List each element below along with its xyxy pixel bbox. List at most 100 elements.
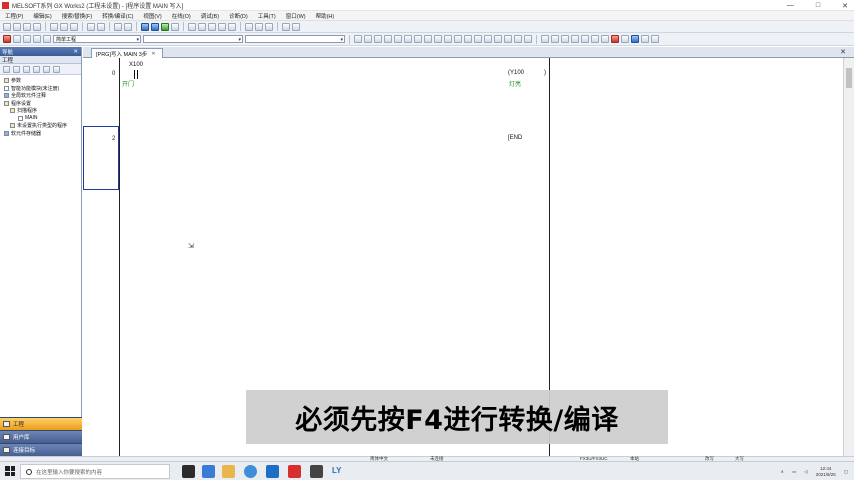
vertical-scrollbar[interactable] — [843, 58, 854, 456]
tree-item-parameter[interactable]: 参数 — [0, 77, 81, 85]
menu-find-replace[interactable]: 搜索/替换(F) — [62, 12, 93, 20]
menu-online[interactable]: 在线(O) — [172, 12, 191, 20]
falling-pulse-icon[interactable] — [464, 35, 472, 43]
comment-edit-icon[interactable] — [541, 35, 549, 43]
menu-help[interactable]: 帮助(H) — [316, 12, 335, 20]
note-icon[interactable] — [228, 22, 236, 31]
menu-debug[interactable]: 调试(B) — [201, 12, 219, 20]
tree-item-main[interactable]: MAIN — [0, 115, 81, 123]
project-type-combo[interactable]: 简单工程 ▾ — [53, 35, 141, 43]
minimize-button[interactable]: — — [787, 2, 794, 9]
end-instruction[interactable]: [END — [508, 135, 522, 141]
rising-branch-icon[interactable] — [474, 35, 482, 43]
file-explorer-icon[interactable] — [222, 465, 235, 478]
cross-reference-icon[interactable] — [255, 22, 263, 31]
coil-device[interactable]: (Y100 — [508, 70, 524, 76]
note-edit-icon[interactable] — [561, 35, 569, 43]
gx-works-icon[interactable] — [288, 465, 301, 478]
rising-pulse-icon[interactable] — [454, 35, 462, 43]
zoom-out-icon[interactable] — [292, 22, 300, 31]
find-icon[interactable] — [114, 22, 122, 31]
tree-item-intelligent-module[interactable]: 智能功能模块(未注册) — [0, 85, 81, 93]
open-branch-icon[interactable] — [364, 35, 372, 43]
tab-main-program[interactable]: [PRG]写入 MAIN 3步 ✕ — [91, 48, 163, 58]
device-batch-icon[interactable] — [245, 22, 253, 31]
print-icon[interactable] — [33, 22, 41, 31]
horizontal-line-icon[interactable] — [414, 35, 422, 43]
paste-icon[interactable] — [70, 22, 78, 31]
device-list-icon[interactable] — [265, 22, 273, 31]
closed-contact-icon[interactable] — [374, 35, 382, 43]
program-combo[interactable]: ▾ — [143, 35, 243, 43]
open-contact-icon[interactable] — [354, 35, 362, 43]
statement-edit-icon[interactable] — [551, 35, 559, 43]
close-icon[interactable]: ✕ — [840, 48, 846, 56]
convert-icon[interactable] — [591, 35, 599, 43]
read-from-plc-icon[interactable] — [151, 22, 159, 31]
copy-icon[interactable] — [60, 22, 68, 31]
undo-icon[interactable] — [87, 22, 95, 31]
pls-icon[interactable] — [524, 35, 532, 43]
falling-branch-icon[interactable] — [484, 35, 492, 43]
app-icon[interactable] — [266, 465, 279, 478]
open-contact[interactable] — [134, 70, 138, 79]
write-to-plc-icon[interactable] — [141, 22, 149, 31]
window-icon[interactable] — [43, 35, 51, 43]
convert-all-icon[interactable] — [601, 35, 609, 43]
windows-start-icon[interactable] — [5, 466, 15, 476]
clock[interactable]: 12:44 2021/8/25 — [816, 466, 836, 478]
ly-app-label[interactable]: LY — [332, 466, 342, 475]
save-icon[interactable] — [23, 22, 31, 31]
nav-property-icon[interactable] — [43, 65, 50, 73]
monitor-stop-icon[interactable] — [171, 22, 179, 31]
edge-icon[interactable] — [202, 465, 215, 478]
delete-vertical-icon[interactable] — [444, 35, 452, 43]
cut-icon[interactable] — [50, 22, 58, 31]
delete-horizontal-icon[interactable] — [434, 35, 442, 43]
read-mode-icon[interactable] — [23, 35, 31, 43]
closed-branch-icon[interactable] — [384, 35, 392, 43]
program-icon[interactable] — [3, 35, 11, 43]
ladder-icon[interactable] — [188, 22, 196, 31]
tree-item-program-setting[interactable]: 程序设置 — [0, 100, 81, 108]
network-icon[interactable]: ▭ — [792, 469, 796, 475]
nav-tab-project[interactable]: 工程 — [0, 417, 82, 430]
vertical-line-icon[interactable] — [424, 35, 432, 43]
tree-item-device-memory[interactable]: 软元件存储器 — [0, 130, 81, 138]
coil-icon[interactable] — [394, 35, 402, 43]
close-button[interactable]: ✕ — [842, 2, 848, 10]
online-icon[interactable] — [631, 35, 639, 43]
new-file-icon[interactable] — [3, 22, 11, 31]
replace-icon[interactable] — [124, 22, 132, 31]
contact-device[interactable]: X100 — [129, 62, 143, 68]
monitor-icon[interactable] — [161, 22, 169, 31]
chevron-up-icon[interactable]: ∧ — [781, 469, 784, 475]
edit-mode-icon[interactable] — [13, 35, 21, 43]
device-display-icon[interactable] — [571, 35, 579, 43]
comment-icon[interactable] — [208, 22, 216, 31]
menu-diagnostics[interactable]: 诊断(D) — [229, 12, 248, 20]
editor-cursor[interactable] — [83, 126, 119, 190]
close-icon[interactable]: ✕ — [151, 51, 155, 57]
property-icon[interactable] — [33, 35, 41, 43]
nav-tab-user-library[interactable]: 用户库 — [0, 430, 82, 443]
recorder-icon[interactable] — [310, 465, 323, 478]
taskbar-search[interactable]: 在这里输入你要搜索的内容 — [20, 464, 170, 479]
menu-tool[interactable]: 工具(T) — [258, 12, 276, 20]
redo-icon[interactable] — [97, 22, 105, 31]
line-draw-icon[interactable] — [504, 35, 512, 43]
menu-compile[interactable]: 转换/编译(C) — [102, 12, 133, 20]
nav-folder-icon[interactable] — [23, 65, 30, 73]
menu-view[interactable]: 视图(V) — [143, 12, 161, 20]
menu-project[interactable]: 工程(P) — [5, 12, 23, 20]
nav-search-icon[interactable] — [53, 65, 60, 73]
zoom-in-icon[interactable] — [282, 22, 290, 31]
write-icon[interactable] — [611, 35, 619, 43]
nav-sort-icon[interactable] — [33, 65, 40, 73]
notification-icon[interactable]: ▢ — [844, 469, 848, 475]
nav-new-icon[interactable] — [3, 65, 10, 73]
volume-icon[interactable]: ◁ — [804, 469, 807, 475]
browser-icon[interactable] — [244, 465, 257, 478]
task-view-icon[interactable] — [182, 465, 195, 478]
maximize-button[interactable]: □ — [816, 2, 820, 9]
